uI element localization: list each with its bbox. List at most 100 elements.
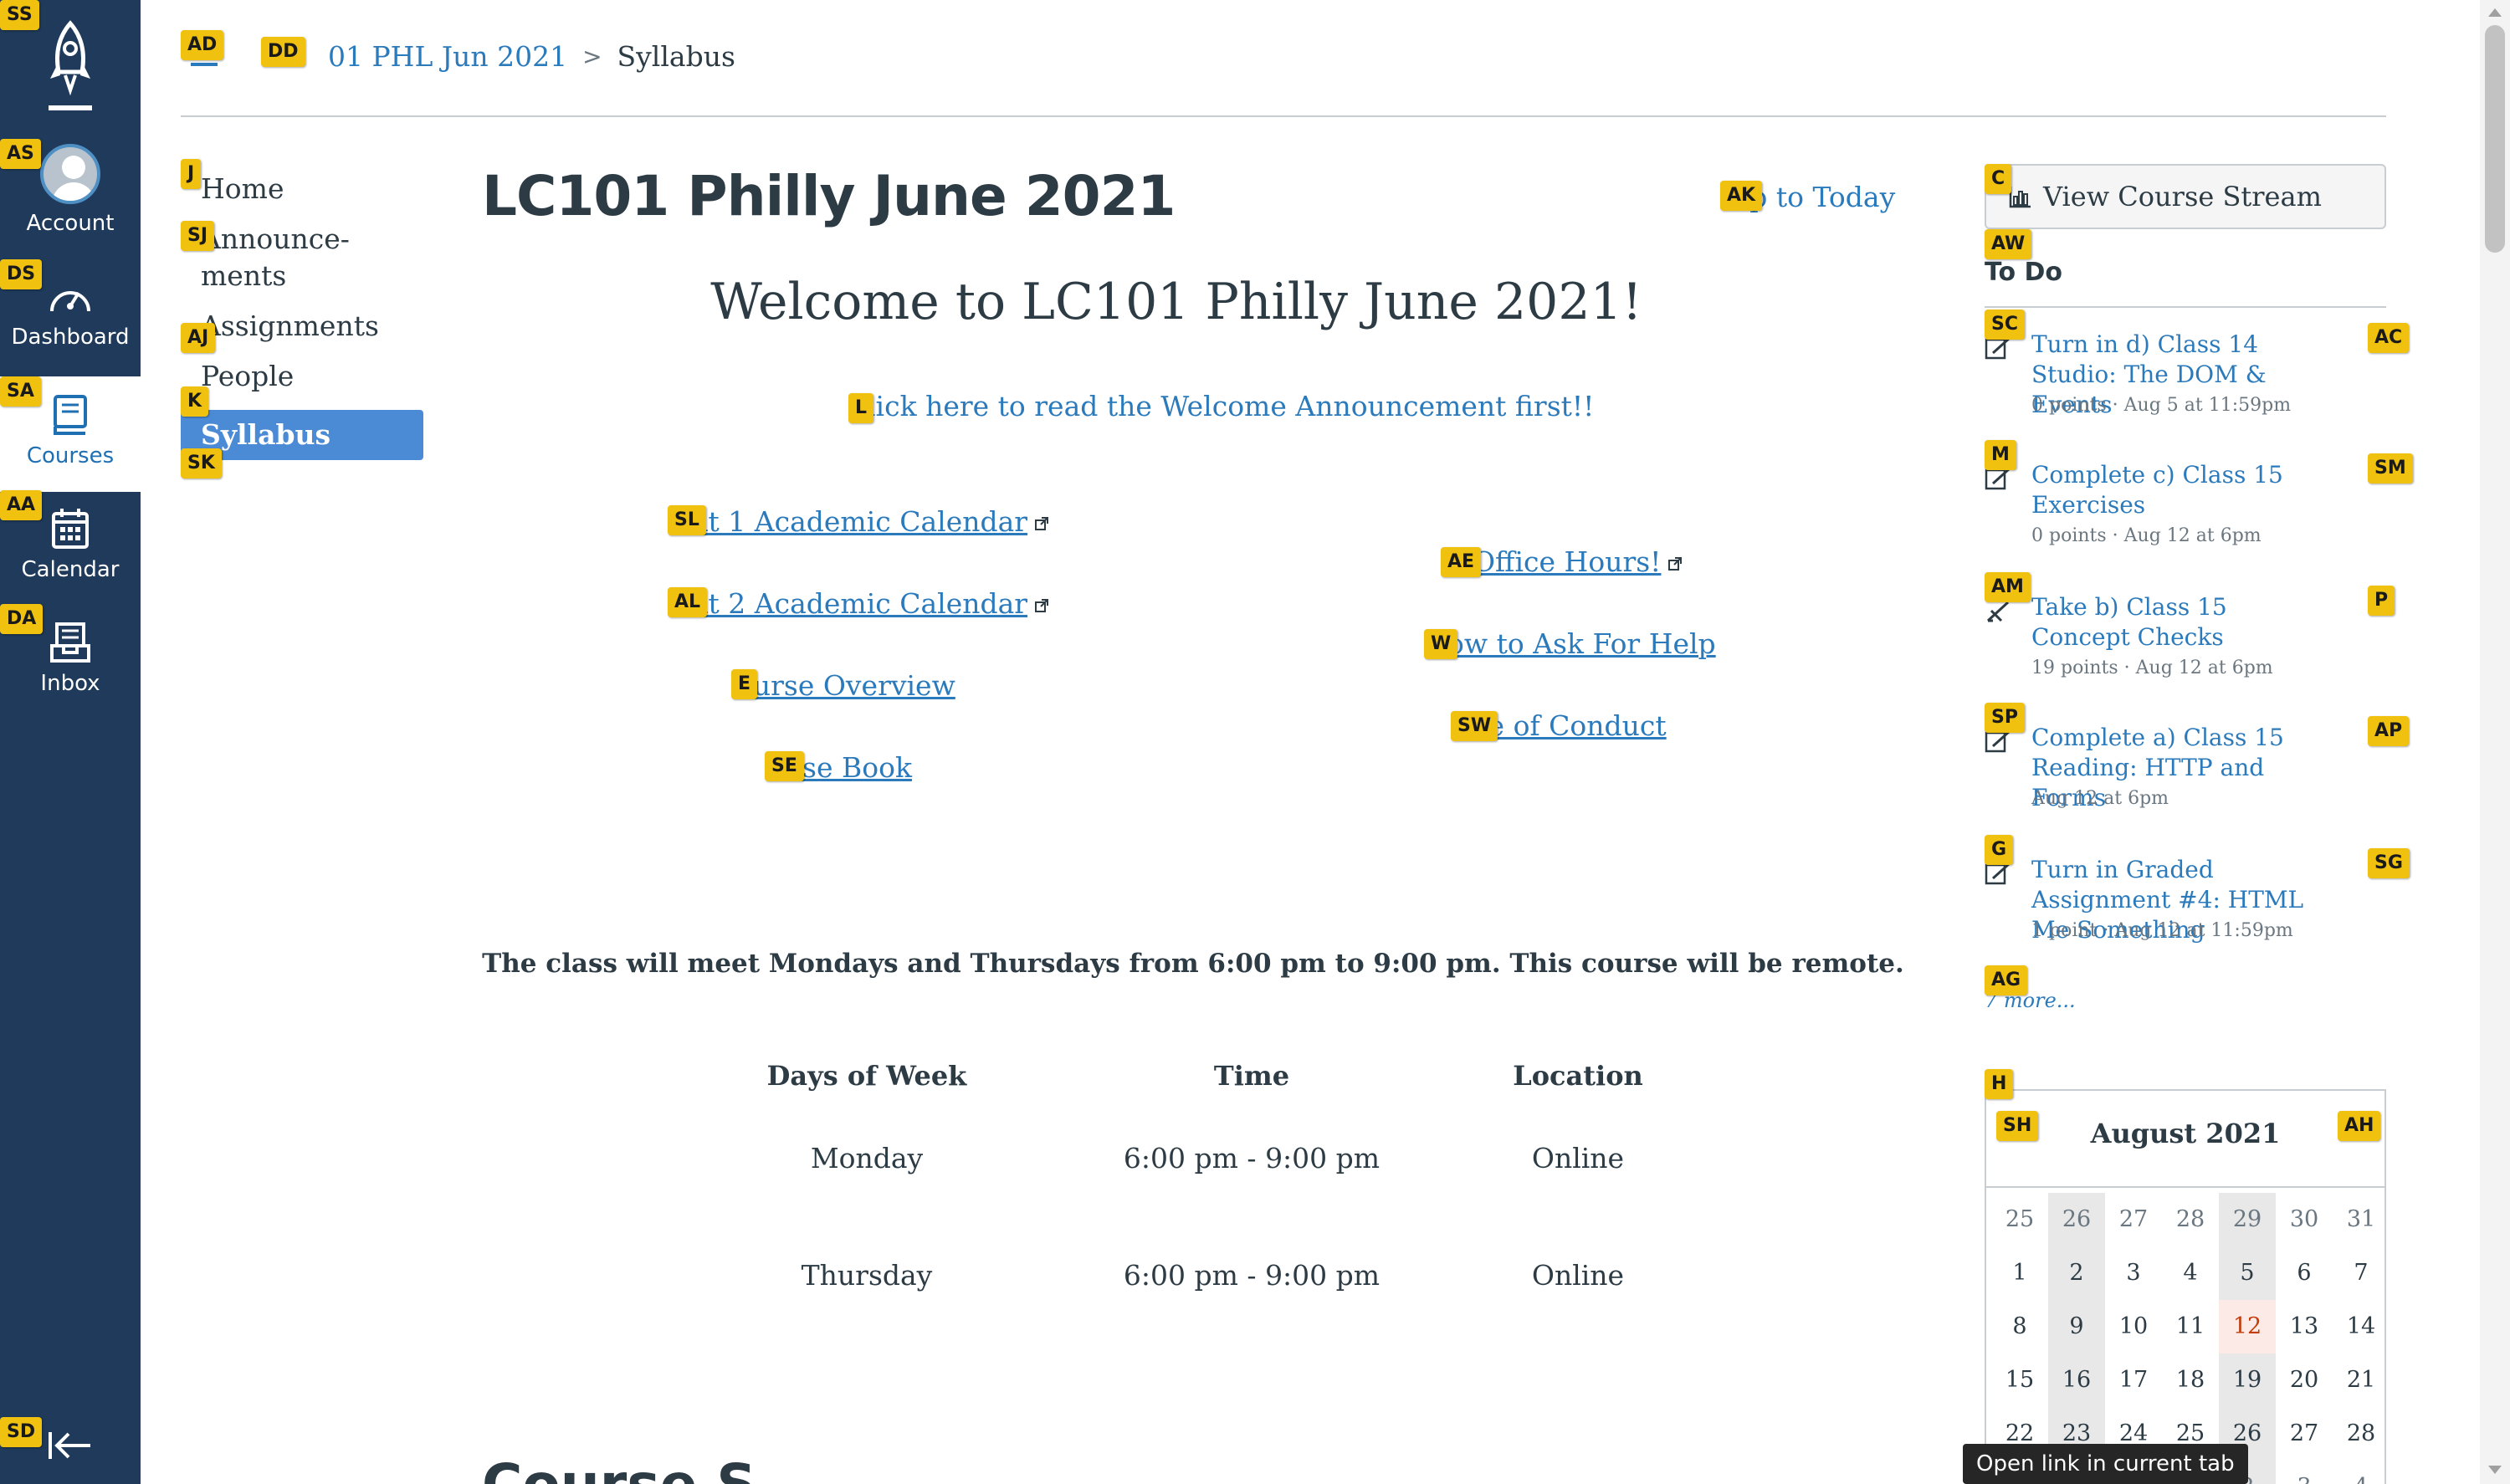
welcome-announcement-link[interactable]: lick here to read the Welcome Announceme…	[867, 390, 1594, 422]
calendar-day[interactable]: 15	[1991, 1354, 2048, 1407]
global-nav: Account Dashboard Courses Calendar Inbox	[0, 0, 141, 1484]
calendar-day[interactable]: 16	[2048, 1354, 2105, 1407]
assignment-icon	[1985, 336, 2011, 360]
calendar-day[interactable]: 18	[2162, 1354, 2219, 1407]
calendar-day[interactable]: 28	[2162, 1193, 2219, 1246]
schedule-time-cell: 6:00 pm - 9:00 pm	[1123, 1141, 1380, 1174]
hint-tag: AS	[0, 139, 41, 169]
calendar-day[interactable]: 27	[2276, 1407, 2333, 1461]
rocket-logo-icon[interactable]	[40, 20, 100, 112]
hint-tag: SA	[0, 376, 41, 407]
calendar-day[interactable]: 3	[2276, 1461, 2333, 1484]
hint-tag: AA	[0, 490, 43, 520]
calendar-day[interactable]: 2	[2048, 1246, 2105, 1300]
todo-item-meta: Aug 12 at 6pm	[2031, 788, 2169, 809]
calendar-month-title: August 2021	[2090, 1118, 2281, 1149]
external-link-icon	[1035, 517, 1049, 530]
calendar-day[interactable]: 3	[2105, 1246, 2162, 1300]
code-of-conduct-link[interactable]: le of Conduct	[1479, 709, 1667, 742]
calendar-day[interactable]: 21	[2333, 1354, 2390, 1407]
calendar-grid: 25 26 27 28 29 30 31 1 2 3 4 5 6 7 8 9 10 11 12 13 14 15 16 17 1…	[1991, 1193, 2390, 1484]
course-nav-announcements[interactable]: Announce- ments	[181, 214, 423, 301]
hint-tag: SL	[668, 505, 706, 535]
unit-1-calendar-link[interactable]: it 1 Academic Calendar	[699, 505, 1049, 538]
scrollbar-thumb[interactable]	[2485, 25, 2505, 253]
table-row: Monday 6:00 pm - 9:00 pm Online	[733, 1099, 1653, 1216]
todo-item-link[interactable]: Take b) Class 15 Concept Checks	[2031, 592, 2324, 652]
gnav-inbox[interactable]: Inbox	[0, 621, 141, 734]
stream-chart-icon	[2009, 187, 2031, 208]
office-hours-link[interactable]: Office Hours!	[1473, 545, 1683, 578]
schedule-day-cell: Thursday	[801, 1258, 933, 1292]
office-hours-label: Office Hours!	[1473, 545, 1662, 578]
hint-tag: AC	[2368, 323, 2410, 353]
calendar-day[interactable]: 19	[2219, 1354, 2276, 1407]
todo-item-meta: 1 point · Aug 12 at 11:59pm	[2031, 920, 2293, 941]
breadcrumb-course-link[interactable]: 01 PHL Jun 2021	[328, 40, 567, 73]
collapse-nav-icon[interactable]	[47, 1429, 94, 1462]
todo-title: To Do	[1985, 258, 2063, 287]
course-overview-link[interactable]: ourse Overview	[736, 669, 955, 702]
view-course-stream-button[interactable]: View Course Stream	[1985, 164, 2386, 229]
calendar-day[interactable]: 10	[2105, 1300, 2162, 1354]
ask-for-help-link[interactable]: ow to Ask For Help	[1447, 627, 1716, 660]
calendar-day[interactable]: 9	[2048, 1300, 2105, 1354]
hint-tag: L	[848, 393, 874, 423]
schedule-table: Days of Week Time Location Monday 6:00 p…	[733, 1052, 1653, 1333]
hint-tag: SH	[1996, 1111, 2039, 1141]
calendar-day[interactable]: 4	[2333, 1461, 2390, 1484]
calendar-day[interactable]: 6	[2276, 1246, 2333, 1300]
gnav-dashboard[interactable]: Dashboard	[0, 278, 141, 391]
logo-underline	[49, 105, 92, 110]
hint-tag: AH	[2338, 1111, 2381, 1141]
hint-tag: K	[181, 386, 209, 417]
calendar-day[interactable]: 4	[2162, 1246, 2219, 1300]
calendar-day[interactable]: 11	[2162, 1300, 2219, 1354]
calendar-day[interactable]: 25	[1991, 1193, 2048, 1246]
hint-tag: C	[1985, 164, 2012, 194]
hint-tag: AW	[1985, 229, 2032, 259]
gnav-dashboard-label: Dashboard	[11, 325, 130, 350]
calendar-day[interactable]: 29	[2219, 1193, 2276, 1246]
calendar-day[interactable]: 31	[2333, 1193, 2390, 1246]
schedule-location-cell: Online	[1531, 1141, 1625, 1174]
welcome-heading: Welcome to LC101 Philly June 2021!	[710, 273, 1642, 331]
hint-tag: AM	[1985, 572, 2031, 602]
calendar-day[interactable]: 8	[1991, 1300, 2048, 1354]
hint-tag: SM	[2368, 453, 2413, 484]
course-nav-people[interactable]: People	[181, 351, 423, 402]
assignment-icon	[1985, 729, 2011, 753]
calendar-day[interactable]: 17	[2105, 1354, 2162, 1407]
course-nav-assignments[interactable]: Assignments	[181, 301, 423, 351]
calendar-day[interactable]: 7	[2333, 1246, 2390, 1300]
calendar-day[interactable]: 1	[1991, 1246, 2048, 1300]
hint-tag: SJ	[181, 221, 215, 251]
calendar-day[interactable]: 12	[2219, 1300, 2276, 1354]
calendar-day[interactable]: 13	[2276, 1300, 2333, 1354]
calendar-day[interactable]: 14	[2333, 1300, 2390, 1354]
assignment-icon	[1985, 862, 2011, 885]
calendar-day[interactable]: 26	[2048, 1193, 2105, 1246]
hint-tag: SD	[0, 1417, 43, 1447]
calendar-day[interactable]: 27	[2105, 1193, 2162, 1246]
scroll-down-arrow-icon[interactable]	[2488, 1466, 2502, 1474]
external-link-icon	[1035, 599, 1049, 612]
inbox-icon	[50, 622, 90, 663]
unit-2-calendar-link[interactable]: it 2 Academic Calendar	[699, 587, 1049, 620]
hint-tag: SC	[1985, 310, 2025, 340]
calendar-day[interactable]: 30	[2276, 1193, 2333, 1246]
hint-tag: SG	[2368, 848, 2410, 878]
hint-tag: SP	[1985, 703, 2025, 733]
schedule-header-location: Location	[1513, 1060, 1643, 1092]
schedule-day-cell: Monday	[810, 1141, 924, 1174]
calendar-day[interactable]: 5	[2219, 1246, 2276, 1300]
scroll-up-arrow-icon[interactable]	[2488, 8, 2502, 17]
calendar-day[interactable]: 20	[2276, 1354, 2333, 1407]
course-nav-home[interactable]: Home	[181, 164, 423, 214]
hint-tag: J	[181, 159, 202, 189]
todo-item-link[interactable]: Complete c) Class 15 Exercises	[2031, 460, 2324, 520]
calendar-day[interactable]: 28	[2333, 1407, 2390, 1461]
page-scrollbar[interactable]	[2480, 0, 2510, 1484]
hint-tag: AJ	[181, 323, 216, 353]
speedometer-icon	[50, 291, 90, 312]
